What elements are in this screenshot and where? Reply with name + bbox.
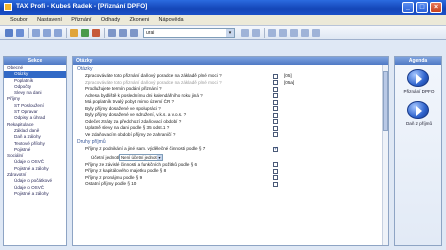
question-checkbox[interactable] xyxy=(273,106,278,112)
menu-bar: Soubor Nastavení Přiznání Odhady Zkoneni… xyxy=(0,15,446,26)
section-navigator: Sekce Obecné Otázky Poplatník Odpočty Slevy … xyxy=(3,56,67,246)
question-text: Má poplatník trvalý pobyt mimo území ČR … xyxy=(85,99,175,104)
play-icon xyxy=(416,74,422,84)
toolbar-separator xyxy=(28,28,29,38)
toolbar-separator xyxy=(264,28,265,38)
question-text: Příjmy z kapitálového majetku podle § 8 xyxy=(85,168,167,173)
help-icon[interactable] xyxy=(301,29,309,37)
agenda-button-priznani[interactable] xyxy=(407,69,429,87)
panel-header: Otázky xyxy=(73,57,388,65)
question-text: Uplatně slevy na dani podle § 35 odst.1 … xyxy=(85,125,170,130)
question-checkbox[interactable] xyxy=(273,181,278,187)
app-icon xyxy=(4,3,12,11)
accounting-select-value: Není účetní jednotka xyxy=(121,154,162,160)
questions-panel: Otázky Otázky Zpracováváte toto přiznání… xyxy=(72,56,389,246)
open-icon[interactable] xyxy=(5,29,13,37)
minimize-button[interactable]: _ xyxy=(402,2,414,13)
question-text: Byly příjmy dosažené ve spolupráci ? xyxy=(85,105,161,111)
play-icon xyxy=(416,106,422,116)
menu-priznani[interactable]: Přiznání xyxy=(67,15,95,23)
forward-icon[interactable] xyxy=(119,29,127,37)
toolbar-separator xyxy=(104,28,105,38)
copy-icon[interactable] xyxy=(43,29,51,37)
chart-icon[interactable] xyxy=(279,29,287,37)
menu-soubor[interactable]: Soubor xyxy=(6,15,32,23)
filter-icon[interactable] xyxy=(241,29,249,37)
navigator-list: Obecné Otázky Poplatník Odpočty Slevy na dan… xyxy=(4,65,66,197)
question-checkbox[interactable] xyxy=(273,146,278,152)
sort-icon[interactable] xyxy=(252,29,260,37)
question-checkbox[interactable] xyxy=(273,93,278,99)
question-text: Zpracováváte toto přiznání daňový poradc… xyxy=(85,79,222,85)
navigator-header: Sekce xyxy=(4,57,66,65)
scrollbar-thumb[interactable] xyxy=(383,71,388,131)
question-text: Prodlužujete termín podání přiznání ? xyxy=(85,86,162,91)
search-combo-value: urai xyxy=(146,30,155,36)
questions-list: Zpracováváte toto přiznání daňový poradc… xyxy=(73,73,388,138)
question-text: Odečet ztráty za předchozí zdaňovací obd… xyxy=(85,118,182,124)
toolbar: urai ▾ xyxy=(0,26,446,40)
question-row: Ve zdaňovacím období příjmy ze zahraničí… xyxy=(73,132,388,139)
income-list-rest: Příjmy ze závislé činnosti a funkčních p… xyxy=(73,162,388,188)
agenda-button-dan[interactable] xyxy=(407,101,429,119)
back-icon[interactable] xyxy=(108,29,116,37)
question-text: Ve zdaňovacím období příjmy ze zahraničí… xyxy=(85,131,176,137)
cut-icon[interactable] xyxy=(32,29,40,37)
agenda-button-label: Přiznání DPFO xyxy=(403,89,435,94)
settings-icon[interactable] xyxy=(290,29,298,37)
accounting-select[interactable]: Není účetní jednotka ▾ xyxy=(119,153,163,161)
app-window: TAX Profi - Kubeš Radek - [Přiznání DPFO… xyxy=(0,0,446,250)
question-checkbox[interactable] xyxy=(273,86,278,92)
question-checkbox[interactable] xyxy=(273,80,278,86)
sidebar-item[interactable]: Pojistné a zálohy xyxy=(4,191,66,197)
question-checkbox[interactable] xyxy=(273,162,278,168)
question-checkbox[interactable] xyxy=(273,125,278,131)
question-text: Příjmy z podnikání a jiné sam. výdělečné… xyxy=(85,146,206,151)
section-druhy-prijmu: Druhy příjmů xyxy=(77,139,106,145)
info-icon[interactable] xyxy=(312,29,320,37)
save-icon[interactable] xyxy=(16,29,24,37)
chevron-down-icon[interactable]: ▾ xyxy=(157,154,162,160)
print-icon[interactable] xyxy=(70,29,78,37)
close-button[interactable]: × xyxy=(430,2,442,13)
accounting-row: Účetní jednotka Není účetní jednotka ▾ xyxy=(73,153,388,162)
question-checkbox[interactable] xyxy=(273,168,278,174)
question-checkbox[interactable] xyxy=(273,73,278,79)
question-text: Příjmy ze závislé činnosti a funkčních p… xyxy=(85,161,198,167)
calc-icon[interactable] xyxy=(268,29,276,37)
vertical-scrollbar[interactable] xyxy=(382,65,388,245)
question-checkbox[interactable] xyxy=(273,175,278,181)
menu-zkoneni[interactable]: Zkoneni xyxy=(126,15,154,23)
question-text: Zpracováváte toto přiznání daňový poradc… xyxy=(85,73,222,78)
question-row: Ostatní příjmy podle § 10 xyxy=(73,181,388,188)
maximize-button[interactable]: □ xyxy=(416,2,428,13)
question-text: Adresa bydliště k poslednímu dni kalendá… xyxy=(85,92,203,98)
menu-napoveda[interactable]: Nápověda xyxy=(155,15,188,23)
paste-icon[interactable] xyxy=(54,29,62,37)
question-checkbox[interactable] xyxy=(273,99,278,105)
agenda-panel: Agenda Přiznání DPFO Daň z příjmů xyxy=(394,56,442,246)
menu-odhady[interactable]: Odhady xyxy=(97,15,124,23)
window-title: TAX Profi - Kubeš Radek - [Přiznání DPFO… xyxy=(16,3,148,10)
preview-icon[interactable] xyxy=(81,29,89,37)
find-icon[interactable] xyxy=(130,29,138,37)
question-text: Byly příjmy dosažené ve sdružení, v.k.s.… xyxy=(85,112,187,117)
chevron-down-icon[interactable]: ▾ xyxy=(226,29,234,37)
question-checkbox[interactable] xyxy=(273,132,278,138)
delete-icon[interactable] xyxy=(92,29,100,37)
title-bar: TAX Profi - Kubeš Radek - [Přiznání DPFO… xyxy=(0,0,446,15)
question-text: Příjmy z pronájmu podle § 9 xyxy=(85,174,143,180)
agenda-button-label: Daň z příjmů xyxy=(405,121,433,126)
toolbar-separator xyxy=(66,28,67,38)
agenda-header: Agenda xyxy=(395,57,441,65)
search-combo[interactable]: urai ▾ xyxy=(143,28,235,38)
section-otazky: Otázky xyxy=(77,66,93,72)
menu-nastaveni[interactable]: Nastavení xyxy=(33,15,66,23)
question-text: Ostatní příjmy podle § 10 xyxy=(85,181,137,186)
question-checkbox[interactable] xyxy=(273,119,278,125)
question-checkbox[interactable] xyxy=(273,112,278,118)
